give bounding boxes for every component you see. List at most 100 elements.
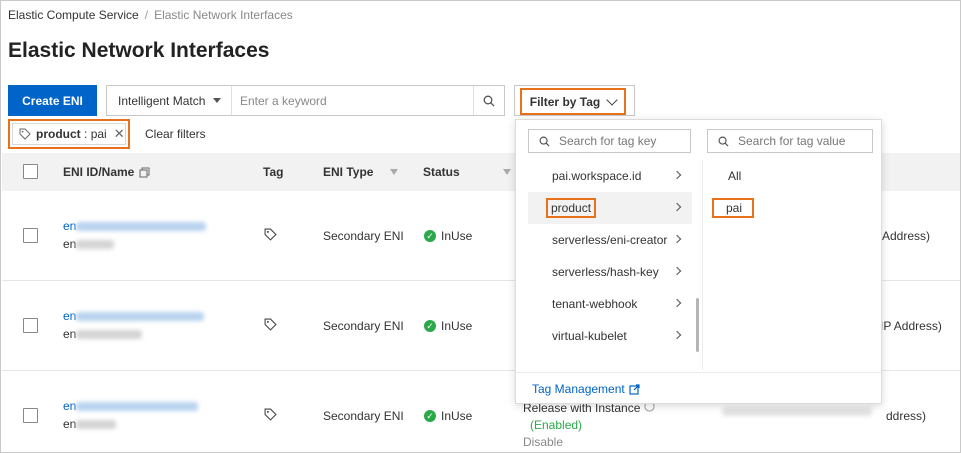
status-label: InUse — [441, 409, 473, 423]
tag-icon — [19, 128, 31, 140]
chevron-right-icon — [672, 330, 682, 340]
clear-filters-link[interactable]: Clear filters — [145, 127, 206, 141]
chevron-right-icon — [672, 298, 682, 308]
column-eni-type-label: ENI Type — [323, 165, 374, 179]
search-icon — [483, 95, 495, 106]
filter-by-tag-button[interactable]: Filter by Tag — [514, 85, 635, 116]
tag-key-item[interactable]: tenant-webhook — [528, 288, 692, 320]
status-badge: ✓ InUse — [424, 409, 472, 423]
tag-icon[interactable] — [264, 318, 277, 331]
tag-chip-body[interactable]: product : pai ✕ — [12, 123, 126, 145]
column-divider — [702, 160, 703, 370]
tag-key-label: product — [546, 198, 597, 218]
eni-name: en — [63, 237, 77, 251]
active-tag-filter-chip: product : pai ✕ — [8, 119, 130, 149]
caret-down-icon — [213, 98, 222, 103]
tag-key-item[interactable]: serverless/eni-creator — [528, 224, 692, 256]
tag-key-item[interactable]: serverless/hash-key — [528, 256, 692, 288]
check-circle-icon: ✓ — [424, 320, 436, 332]
tag-key-search[interactable] — [528, 129, 691, 153]
eni-id-redacted — [76, 222, 206, 231]
page-title: Elastic Network Interfaces — [8, 39, 270, 62]
select-all-checkbox[interactable] — [23, 164, 38, 179]
tag-value-search-input[interactable] — [738, 134, 868, 148]
column-status-label: Status — [423, 165, 460, 179]
tag-value-item-selected[interactable]: pai — [712, 192, 872, 224]
column-eni-type: ENI Type — [323, 165, 399, 179]
copy-icon[interactable] — [139, 167, 150, 178]
status-label: InUse — [441, 319, 473, 333]
status-label: InUse — [441, 229, 473, 243]
ip-address-text: ddress) — [886, 409, 927, 423]
tag-key-search-input[interactable] — [559, 134, 689, 148]
eni-name: en — [63, 327, 77, 341]
column-eni-id-name: ENI ID/Name — [63, 165, 150, 179]
match-mode-select[interactable]: Intelligent Match — [107, 86, 232, 115]
ip-redacted — [722, 407, 872, 416]
chevron-right-icon — [672, 234, 682, 244]
check-circle-icon: ✓ — [424, 230, 436, 242]
column-eni-id-name-label: ENI ID/Name — [63, 165, 135, 179]
status-badge: ✓ InUse — [424, 229, 472, 243]
eni-id-link[interactable]: en — [63, 399, 76, 413]
tag-key-label: pai.workspace.id — [552, 169, 642, 183]
tag-value-label: All — [728, 169, 742, 183]
eni-name-redacted — [76, 330, 142, 339]
create-eni-button[interactable]: Create ENI — [8, 85, 97, 116]
search-group: Intelligent Match — [106, 85, 505, 116]
close-icon[interactable]: ✕ — [114, 126, 125, 142]
tag-key-label: serverless/eni-creator — [552, 233, 668, 247]
disable-link[interactable]: Disable — [523, 435, 563, 449]
eni-type: Secondary ENI — [323, 409, 404, 423]
tag-icon[interactable] — [264, 408, 277, 421]
column-tag: Tag — [263, 165, 284, 179]
tag-key-item[interactable]: virtual-kubelet — [528, 320, 692, 352]
chevron-right-icon — [672, 170, 682, 180]
keyword-input[interactable] — [232, 86, 473, 115]
tag-icon[interactable] — [264, 228, 277, 241]
tag-value-label: pai — [712, 198, 755, 218]
breadcrumb: Elastic Compute Service / Elastic Networ… — [8, 8, 293, 22]
chip-separator: : — [80, 127, 91, 141]
eni-type: Secondary ENI — [323, 319, 404, 333]
tag-key-label: virtual-kubelet — [552, 329, 627, 343]
chevron-down-icon — [606, 93, 618, 106]
chip-tag-value: pai — [90, 127, 107, 141]
filter-funnel-icon[interactable] — [390, 169, 399, 175]
eni-type: Secondary ENI — [323, 229, 404, 243]
search-icon — [539, 136, 550, 147]
tag-management-label: Tag Management — [532, 382, 625, 396]
tag-key-item-selected[interactable]: product — [528, 192, 692, 224]
filter-funnel-icon[interactable] — [502, 169, 511, 175]
tag-key-scrollbar[interactable] — [696, 298, 699, 352]
eni-id-link[interactable]: en — [63, 309, 76, 323]
eni-id-link[interactable]: en — [63, 219, 76, 233]
tag-key-list: pai.workspace.id product serverless/eni-… — [528, 160, 692, 352]
search-button[interactable] — [473, 86, 504, 115]
row-checkbox[interactable] — [23, 408, 38, 423]
chevron-right-icon — [672, 202, 682, 212]
ip-address-text: IP Address) — [880, 319, 942, 333]
column-status: Status — [423, 165, 511, 179]
eni-id-redacted — [76, 312, 204, 321]
check-circle-icon: ✓ — [424, 410, 436, 422]
breadcrumb-root[interactable]: Elastic Compute Service — [8, 8, 139, 22]
eni-name-redacted — [76, 240, 114, 249]
external-link-icon — [629, 383, 640, 395]
breadcrumb-current: Elastic Network Interfaces — [154, 8, 293, 22]
tag-filter-dropdown: pai.workspace.id product serverless/eni-… — [515, 119, 882, 404]
search-icon — [718, 136, 729, 147]
tag-value-search[interactable] — [707, 129, 873, 153]
app-frame: Elastic Compute Service / Elastic Networ… — [0, 0, 961, 453]
ip-address-text: Address) — [882, 229, 931, 243]
eni-name: en — [63, 417, 77, 431]
tag-key-item[interactable]: pai.workspace.id — [528, 160, 692, 192]
tag-management-link[interactable]: Tag Management — [516, 372, 881, 405]
eni-id-redacted — [76, 402, 198, 411]
tag-value-item[interactable]: All — [712, 160, 872, 192]
row-checkbox[interactable] — [23, 318, 38, 333]
row-checkbox[interactable] — [23, 228, 38, 243]
match-mode-label: Intelligent Match — [118, 93, 206, 108]
eni-name-redacted — [76, 420, 116, 429]
filter-by-tag-highlight: Filter by Tag — [520, 88, 626, 115]
